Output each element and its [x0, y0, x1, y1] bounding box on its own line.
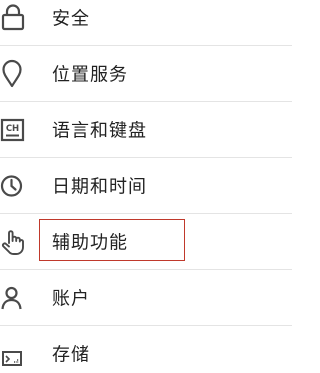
settings-item-label: 辅助功能: [52, 231, 128, 253]
settings-item-label: 日期和时间: [52, 175, 147, 197]
storage-card-icon: [0, 339, 26, 369]
settings-item-accounts[interactable]: 账户: [0, 270, 292, 326]
settings-item-language-keyboard[interactable]: CH 语言和键盘: [0, 102, 292, 158]
settings-item-date-time[interactable]: 日期和时间: [0, 158, 292, 214]
clock-icon: [0, 171, 26, 201]
settings-item-label: 语言和键盘: [52, 119, 147, 141]
person-icon: [0, 283, 26, 313]
settings-item-security[interactable]: 安全: [0, 0, 292, 46]
settings-item-label: 安全: [52, 7, 90, 29]
settings-item-storage[interactable]: 存储: [0, 326, 292, 373]
keyboard-ch-icon: CH: [0, 115, 26, 145]
svg-text:CH: CH: [6, 124, 19, 134]
settings-item-location[interactable]: 位置服务: [0, 46, 292, 102]
settings-list: 安全 位置服务 CH 语言和键盘 日期和时间 辅助功能 账户 存储: [0, 0, 292, 373]
settings-item-accessibility[interactable]: 辅助功能: [0, 214, 292, 270]
settings-item-label: 位置服务: [52, 63, 128, 85]
lock-icon: [0, 3, 26, 33]
location-pin-icon: [0, 59, 26, 89]
hand-pointer-icon: [0, 227, 26, 257]
settings-item-label: 存储: [52, 343, 90, 365]
settings-item-label: 账户: [52, 287, 90, 309]
